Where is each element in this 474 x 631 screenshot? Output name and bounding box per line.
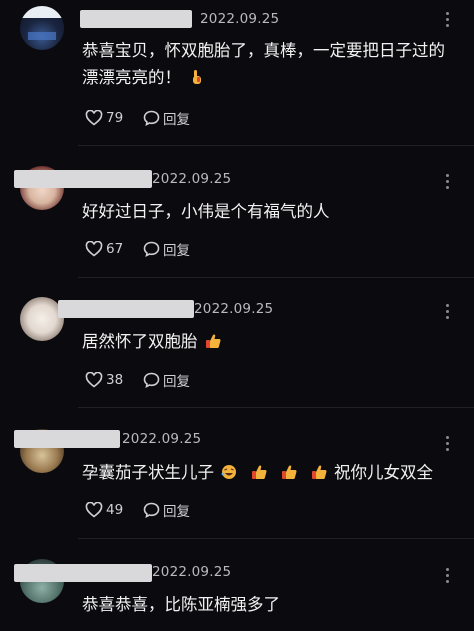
comment-text: 居然怀了双胞胎 — [82, 328, 458, 355]
speech-bubble-icon — [143, 502, 160, 518]
speech-bubble-icon — [143, 110, 160, 126]
reply-label: 回复 — [163, 243, 190, 259]
avatar[interactable] — [20, 6, 64, 50]
like-button[interactable]: 67 — [85, 241, 143, 257]
divider — [78, 277, 474, 278]
comment-date: 2022.09.25 — [152, 171, 232, 187]
thumbs-up-emoji-icon — [282, 465, 297, 479]
comment-actions: 38 回复 — [85, 369, 190, 391]
username-redacted — [14, 564, 152, 582]
like-count: 38 — [106, 372, 124, 388]
speech-bubble-icon — [143, 372, 160, 388]
username-redacted — [14, 170, 152, 188]
more-options-icon[interactable] — [440, 12, 456, 28]
heart-outline-icon — [85, 110, 103, 126]
like-button[interactable]: 79 — [85, 110, 143, 126]
comment-text-line: 好好过日子，小伟是个有福气的人 — [82, 202, 330, 221]
comment-date: 2022.09.25 — [200, 11, 280, 27]
like-button[interactable]: 49 — [85, 502, 143, 518]
speech-bubble-icon — [143, 241, 160, 257]
comment-text-span: 居然怀了双胞胎 — [82, 332, 198, 351]
comment-text-line2: 漂漂亮亮的！ — [82, 68, 181, 87]
comment-text-span: 祝你儿女双全 — [334, 463, 433, 482]
reply-button[interactable]: 回复 — [143, 239, 190, 259]
comment-text-span: 孕囊茄子状生儿子 — [82, 463, 214, 482]
comment-text: 好好过日子，小伟是个有福气的人 — [82, 198, 458, 225]
comment-text: 恭喜恭喜，比陈亚楠强多了 — [82, 591, 458, 618]
reply-label: 回复 — [163, 374, 190, 390]
comment-text: 孕囊茄子状生儿子 祝你儿女双全 — [82, 459, 458, 486]
comment-actions: 49 回复 — [85, 499, 190, 521]
laughing-emoji-icon — [221, 465, 236, 479]
reply-label: 回复 — [163, 112, 190, 128]
comment-text-line: 恭喜恭喜，比陈亚楠强多了 — [82, 595, 280, 614]
comment-actions: 79 回复 — [85, 107, 190, 129]
comment-text-line: 居然怀了双胞胎 — [82, 328, 458, 355]
comment-date: 2022.09.25 — [122, 431, 202, 447]
reply-label: 回复 — [163, 504, 190, 520]
like-count: 67 — [106, 241, 124, 257]
thumbs-up-emoji-icon — [205, 334, 221, 348]
like-count: 49 — [106, 502, 124, 518]
comment-text-line: 漂漂亮亮的！ — [82, 64, 458, 91]
thumbs-up-emoji-icon — [312, 465, 327, 479]
username-redacted — [14, 430, 120, 448]
thumbs-up-emoji-icon — [252, 465, 267, 479]
username-redacted — [80, 10, 192, 28]
heart-outline-icon — [85, 372, 103, 388]
like-count: 79 — [106, 110, 124, 126]
reply-button[interactable]: 回复 — [143, 370, 190, 390]
username-redacted — [58, 300, 194, 318]
divider — [78, 407, 474, 408]
comment-date: 2022.09.25 — [194, 301, 274, 317]
reply-button[interactable]: 回复 — [143, 108, 190, 128]
comment-text-line: 孕囊茄子状生儿子 祝你儿女双全 — [82, 459, 458, 486]
divider — [78, 538, 474, 539]
comment-text-line: 恭喜宝贝，怀双胞胎了，真棒，一定要把日子过的 — [82, 41, 445, 60]
more-options-icon[interactable] — [440, 436, 456, 452]
like-button[interactable]: 38 — [85, 372, 143, 388]
more-options-icon[interactable] — [440, 174, 456, 190]
reply-button[interactable]: 回复 — [143, 500, 190, 520]
divider — [78, 145, 474, 146]
more-options-icon[interactable] — [440, 568, 456, 584]
comment-actions: 67 回复 — [85, 238, 190, 260]
pinky-finger-emoji-icon — [193, 70, 201, 84]
comment-text: 恭喜宝贝，怀双胞胎了，真棒，一定要把日子过的 漂漂亮亮的！ — [82, 37, 458, 91]
comment-date: 2022.09.25 — [152, 564, 232, 580]
heart-outline-icon — [85, 241, 103, 257]
more-options-icon[interactable] — [440, 304, 456, 320]
heart-outline-icon — [85, 502, 103, 518]
